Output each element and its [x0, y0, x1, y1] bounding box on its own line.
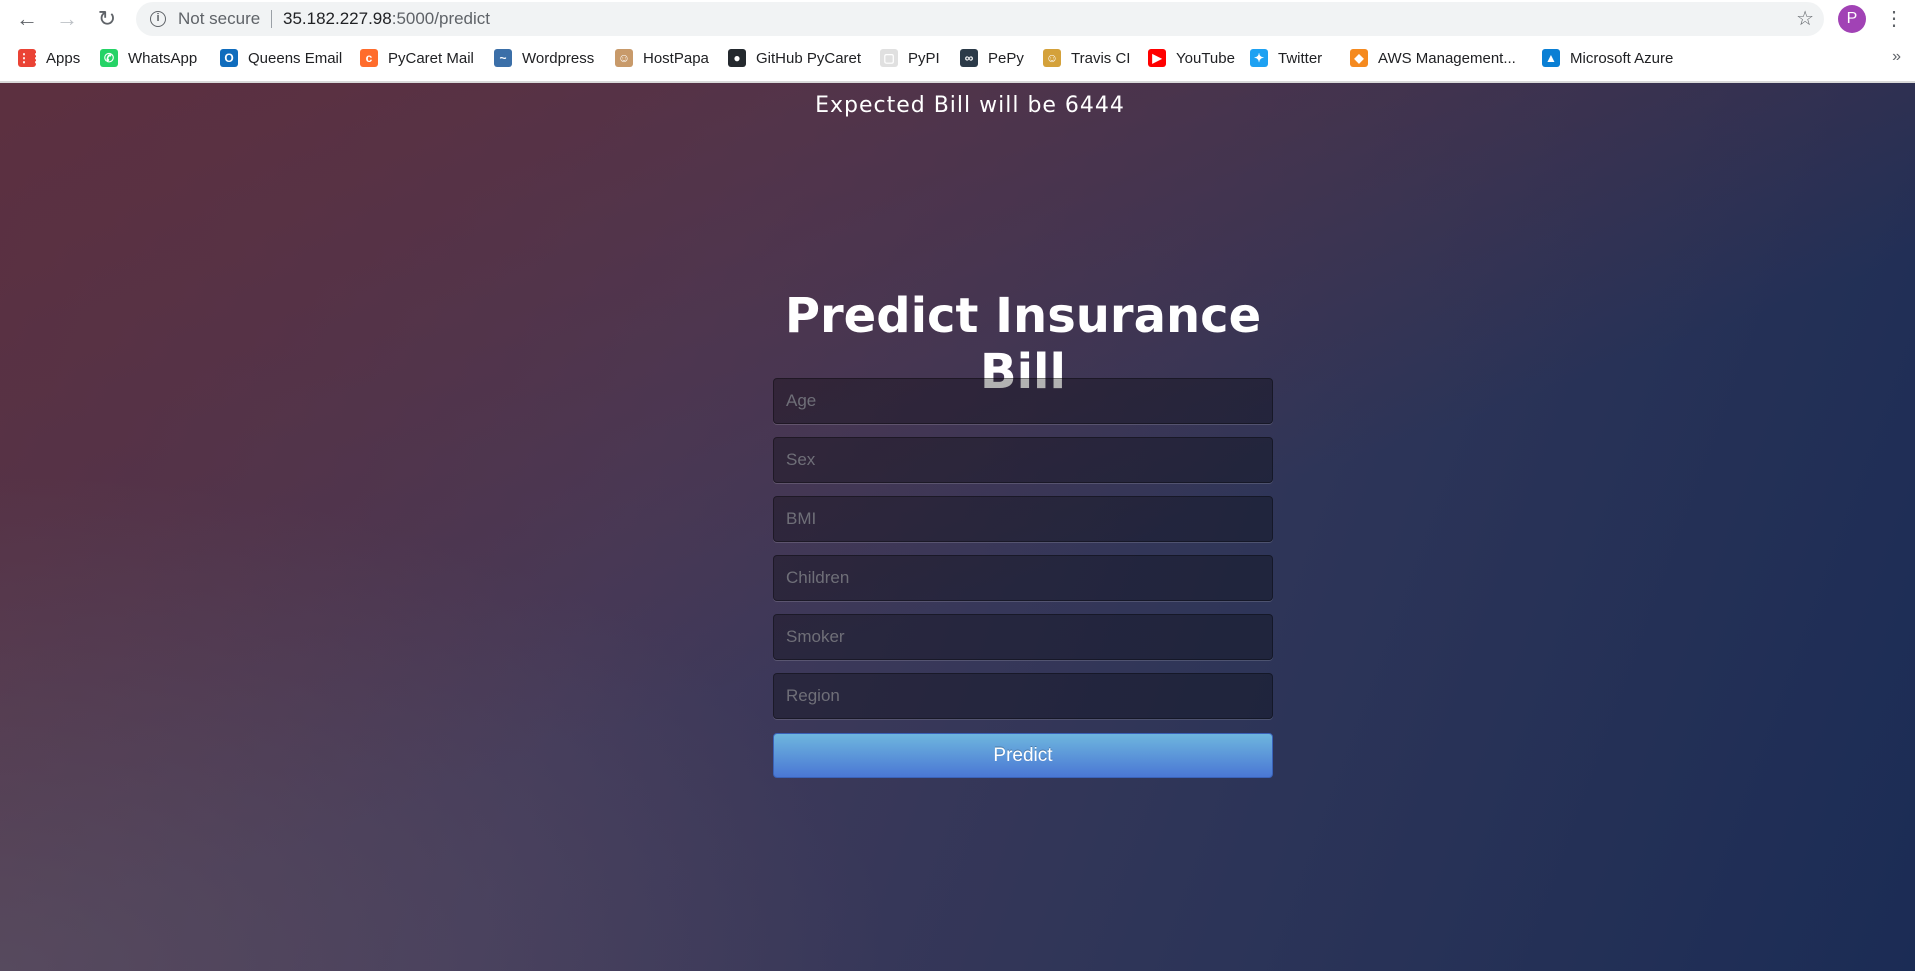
bookmark-label: HostPapa [643, 49, 709, 67]
bookmark-label: AWS Management... [1378, 49, 1516, 67]
info-icon[interactable]: i [150, 11, 166, 27]
url-host: 35.182.227.98 [283, 9, 392, 28]
whatsapp-icon: ✆ [100, 49, 118, 67]
hostpapa-icon: ☺ [615, 49, 633, 67]
more-bookmarks-icon[interactable]: » [1892, 48, 1901, 66]
bookmark-label: PyCaret Mail [388, 49, 474, 67]
url-path: :5000/predict [391, 9, 491, 28]
bookmark-item[interactable]: ✆ WhatsApp [100, 43, 197, 73]
pepy-icon: ∞ [960, 49, 978, 67]
bookmark-label: WhatsApp [128, 49, 198, 67]
profile-avatar[interactable]: P [1838, 5, 1866, 33]
apps-grid-icon: ⋮⋮ [18, 49, 42, 67]
bmi-input[interactable] [773, 496, 1273, 542]
url-text[interactable]: 35.182.227.98:5000/predict [283, 2, 490, 36]
bookmark-item[interactable]: O Queens Email [220, 43, 342, 73]
youtube-icon: ▶ [1148, 49, 1166, 67]
reload-icon[interactable]: ↻ [94, 6, 120, 32]
bookmark-item[interactable]: ◆ AWS Management... [1350, 43, 1516, 73]
bookmark-star-icon[interactable]: ☆ [1796, 2, 1814, 36]
bookmark-label: YouTube [1176, 49, 1235, 67]
wordpress-icon: ~ [494, 49, 512, 67]
bookmark-item[interactable]: ☺ Travis CI [1043, 43, 1130, 73]
twitter-icon: ✦ [1250, 49, 1268, 67]
bookmark-label: GitHub PyCaret [756, 49, 862, 67]
page-content: Expected Bill will be 6444 Predict Insur… [0, 83, 1915, 971]
bookmark-item[interactable]: ⋮⋮ Apps [18, 43, 80, 73]
aws-icon: ◆ [1350, 49, 1368, 67]
travis-icon: ☺ [1043, 49, 1061, 67]
bookmark-item[interactable]: ● GitHub PyCaret [728, 43, 861, 73]
bookmark-label: Microsoft Azure [1570, 49, 1674, 67]
bookmark-item[interactable]: ~ Wordpress [494, 43, 594, 73]
azure-icon: ▲ [1542, 49, 1560, 67]
bookmark-label: PyPI [908, 49, 940, 67]
outlook-icon: O [220, 49, 238, 67]
bookmark-item[interactable]: ▲ Microsoft Azure [1542, 43, 1673, 73]
bookmarks-bar: ⋮⋮ Apps ✆ WhatsApp O Queens Email c PyCaret Mai… [0, 43, 1915, 73]
prediction-result: Expected Bill will be 6444 [815, 93, 1125, 118]
sex-input[interactable] [773, 437, 1273, 483]
bookmark-label: Apps [46, 49, 81, 67]
pypi-icon: ▢ [880, 49, 898, 67]
address-bar[interactable]: i Not secure 35.182.227.98:5000/predict … [136, 2, 1824, 36]
predict-button[interactable]: Predict [773, 733, 1273, 778]
children-input[interactable] [773, 555, 1273, 601]
bookmark-item[interactable]: ✦ Twitter [1250, 43, 1322, 73]
bookmark-item[interactable]: c PyCaret Mail [360, 43, 474, 73]
kebab-menu-icon[interactable]: ⋮ [1884, 5, 1904, 33]
smoker-input[interactable] [773, 614, 1273, 660]
age-input[interactable] [773, 378, 1273, 424]
security-label[interactable]: Not secure [178, 2, 260, 36]
divider [271, 10, 272, 28]
bookmark-item[interactable]: ▢ PyPI [880, 43, 940, 73]
forward-arrow-icon[interactable]: → [54, 6, 80, 32]
bookmark-label: PePy [988, 49, 1024, 67]
bookmark-label: Wordpress [522, 49, 595, 67]
bookmark-item[interactable]: ∞ PePy [960, 43, 1024, 73]
bookmark-label: Travis CI [1071, 49, 1131, 67]
bookmark-label: Twitter [1278, 49, 1323, 67]
bookmark-item[interactable]: ▶ YouTube [1148, 43, 1235, 73]
github-icon: ● [728, 49, 746, 67]
back-arrow-icon[interactable]: ← [14, 6, 40, 32]
region-input[interactable] [773, 673, 1273, 719]
browser-toolbar: ← → ↻ i Not secure 35.182.227.98:5000/pr… [0, 0, 1915, 39]
bookmark-item[interactable]: ☺ HostPapa [615, 43, 709, 73]
cpanel-icon: c [360, 49, 378, 67]
bookmark-label: Queens Email [248, 49, 343, 67]
